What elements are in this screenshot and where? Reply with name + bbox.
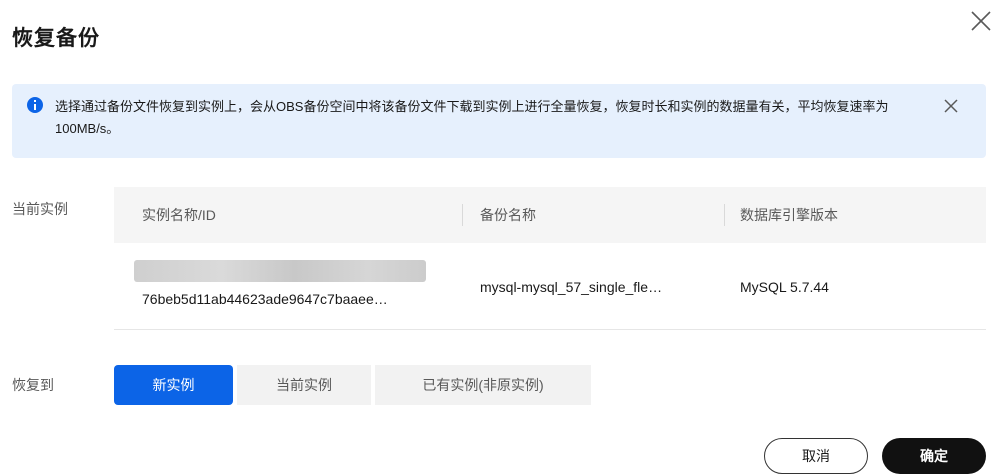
- restore-option-existing-instance[interactable]: 已有实例(非原实例): [375, 365, 591, 405]
- engine-version: MySQL 5.7.44: [740, 279, 829, 295]
- column-separator: [462, 204, 463, 226]
- confirm-button[interactable]: 确定: [882, 438, 986, 474]
- dialog-title: 恢复备份: [12, 27, 100, 50]
- column-header-backup-name: 备份名称: [480, 207, 536, 223]
- cancel-button[interactable]: 取消: [764, 438, 868, 474]
- restore-to-label: 恢复到: [12, 377, 54, 393]
- column-header-engine-version: 数据库引擎版本: [740, 207, 838, 223]
- close-icon[interactable]: [970, 10, 992, 32]
- restore-option-current-instance[interactable]: 当前实例: [237, 365, 371, 405]
- table-row: 76beb5d11ab44623ade9647c7baaee… mysql-my…: [114, 243, 986, 330]
- backup-name: mysql-mysql_57_single_fle…: [480, 279, 663, 295]
- info-icon: [27, 97, 43, 113]
- redacted-instance-name: [134, 260, 426, 282]
- column-separator: [724, 204, 725, 226]
- instance-id: 76beb5d11ab44623ade9647c7baaee…: [142, 291, 388, 307]
- restore-option-new-instance[interactable]: 新实例: [114, 365, 233, 405]
- column-header-instance: 实例名称/ID: [142, 207, 216, 223]
- current-instance-label: 当前实例: [12, 201, 68, 217]
- info-banner-text: 选择通过备份文件恢复到实例上，会从OBS备份空间中将该备份文件下载到实例上进行全…: [55, 99, 889, 136]
- banner-close-icon[interactable]: [944, 99, 958, 113]
- table-header: 实例名称/ID 备份名称 数据库引擎版本: [114, 187, 986, 243]
